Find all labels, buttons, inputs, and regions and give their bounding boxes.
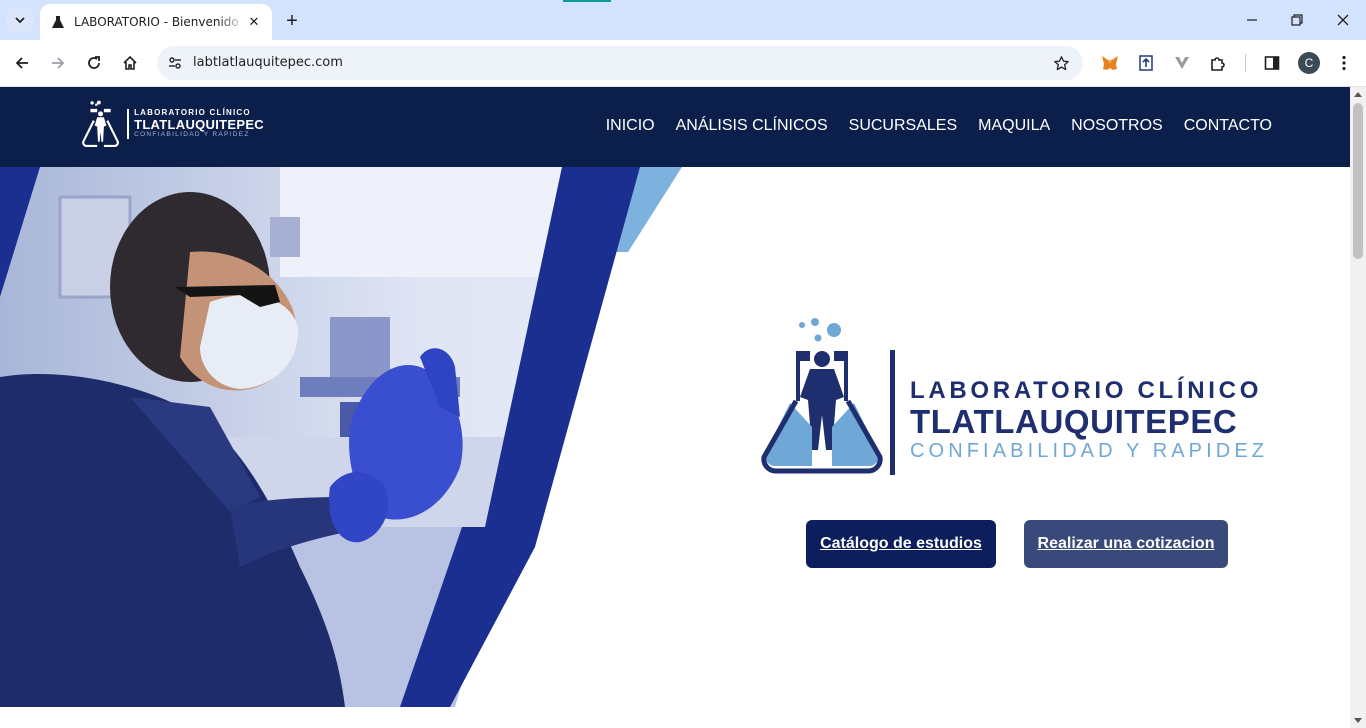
minimize-icon[interactable] [1240,8,1264,32]
tab-close-icon[interactable]: ✕ [244,12,264,32]
metamask-fox-icon[interactable] [1099,52,1121,74]
scroll-up-arrow-icon[interactable] [1350,87,1366,101]
close-window-icon[interactable] [1331,8,1355,32]
side-panel-icon[interactable] [1261,52,1283,74]
nav-link-maquila[interactable]: MAQUILA [978,117,1050,135]
tab-search-chevron-down-icon[interactable] [7,7,33,33]
browser-toolbar: labtlatlauquitepec.com C [0,40,1366,87]
nav-link-inicio[interactable]: INICIO [606,117,655,135]
hero-logo-line2: TLATLAUQUITEPEC [910,403,1238,440]
browser-tab-active[interactable]: LABORATORIO - Bienvenido a NUESTRO LABOR… [40,4,272,40]
vee-extension-icon[interactable] [1171,52,1193,74]
back-arrow-icon[interactable] [10,51,34,75]
header-logo-line1: LABORATORIO CLÍNICO [134,108,251,118]
nav-link-nosotros[interactable]: NOSOTROS [1071,117,1163,135]
restore-icon[interactable] [1285,8,1309,32]
nav-link-analisis-clinicos[interactable]: ANÁLISIS CLÍNICOS [676,117,828,135]
hero-lab-technician-image [0,167,682,707]
nav-link-sucursales[interactable]: SUCURSALES [849,117,957,135]
header-logo-line3: CONFIABILIDAD Y RAPIDEZ [134,131,250,139]
quote-button[interactable]: Realizar una cotizacion [1024,520,1228,568]
puzzle-piece-icon[interactable] [1207,52,1229,74]
catalog-button[interactable]: Catálogo de estudios [806,520,996,568]
browser-titlebar: LABORATORIO - Bienvenido a NUESTRO LABOR… [0,0,1366,40]
scrollbar-thumb[interactable] [1353,103,1363,259]
lab-person-flask-icon [761,318,883,474]
tab-title: LABORATORIO - Bienvenido a NUESTRO LABOR… [74,15,244,29]
home-icon[interactable] [118,51,142,75]
profile-avatar[interactable]: C [1298,52,1320,74]
bookmark-star-icon[interactable] [1051,53,1071,73]
forward-arrow-icon[interactable] [46,51,70,75]
hero-section: LABORATORIO CLÍNICO TLATLAUQUITEPEC CONF… [0,167,1350,707]
main-nav: INICIO ANÁLISIS CLÍNICOS SUCURSALES MAQU… [606,117,1272,135]
header-logo[interactable]: LABORATORIO CLÍNICO TLATLAUQUITEPEC CONF… [82,95,264,153]
url-text[interactable]: labtlatlauquitepec.com [193,55,343,70]
loading-indicator [563,0,611,2]
nav-link-contacto[interactable]: CONTACTO [1184,117,1272,135]
hero-logo-line1: LABORATORIO CLÍNICO [910,377,1263,404]
page-scrollbar[interactable] [1350,87,1366,728]
hero-logo-line3: CONFIABILIDAD Y RAPIDEZ [910,440,1269,462]
toolbar-divider [1245,54,1246,72]
lab-person-flask-icon [82,100,119,147]
scroll-down-arrow-icon[interactable] [1350,714,1366,728]
hero-logo: LABORATORIO CLÍNICO TLATLAUQUITEPEC CONF… [760,317,1270,482]
site-header: LABORATORIO CLÍNICO TLATLAUQUITEPEC CONF… [0,87,1350,167]
upload-extension-icon[interactable] [1135,52,1157,74]
kebab-menu-icon[interactable] [1333,52,1355,74]
address-bar[interactable]: labtlatlauquitepec.com [157,46,1083,80]
hero-logo-divider [890,350,895,475]
site-info-tune-icon[interactable] [165,53,185,73]
page-viewport: LABORATORIO CLÍNICO TLATLAUQUITEPEC CONF… [0,87,1350,728]
reload-icon[interactable] [82,51,106,75]
new-tab-plus-icon[interactable]: + [280,9,304,33]
lab-favicon-icon [50,14,66,30]
header-logo-line2: TLATLAUQUITEPEC [134,117,264,133]
